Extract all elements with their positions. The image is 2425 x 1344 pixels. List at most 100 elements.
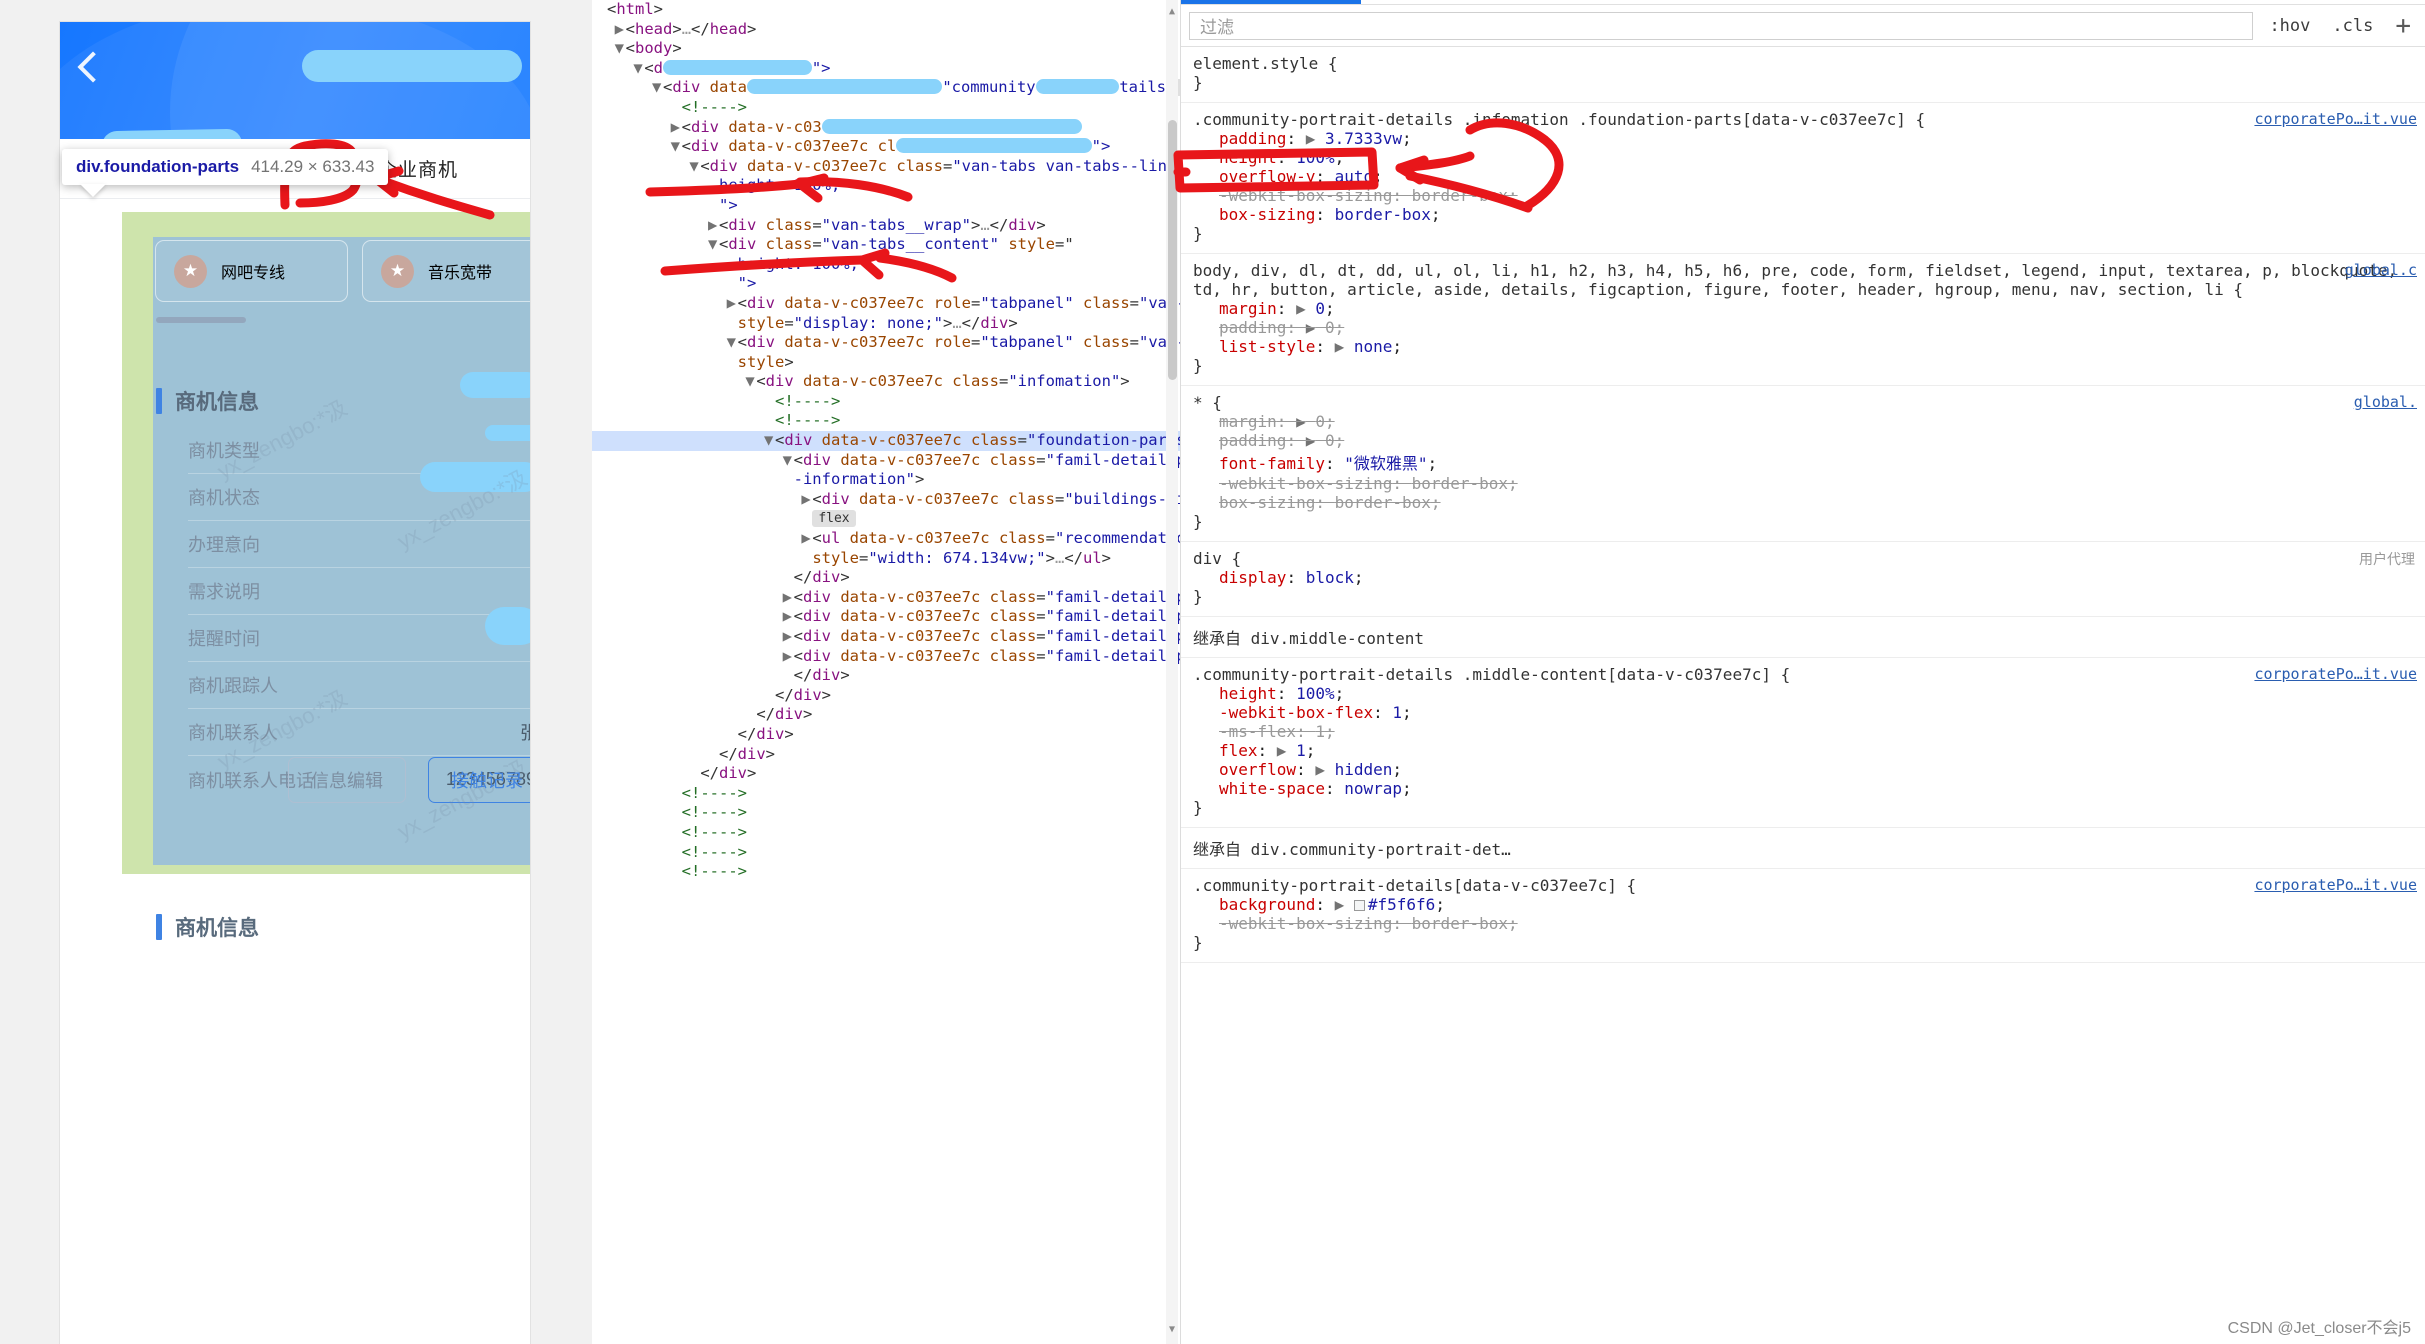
disclosure-triangle-icon[interactable] xyxy=(727,314,738,334)
disclosure-triangle-icon[interactable]: ▼ xyxy=(652,78,663,98)
dom-node[interactable]: height: 100%; xyxy=(592,176,1180,196)
dom-node[interactable]: ▶ <div data-v-c037ee7c class="famil-detai… xyxy=(592,607,1180,627)
product-card[interactable]: ★ 网吧专线 xyxy=(155,240,348,302)
css-declaration[interactable]: box-sizing: border-box; xyxy=(1193,493,2413,512)
dom-node[interactable]: <!----> xyxy=(592,823,1180,843)
field-row[interactable]: 商机跟踪人 xyxy=(188,662,530,709)
disclosure-triangle-icon[interactable] xyxy=(783,666,794,686)
dom-node[interactable]: <html> xyxy=(592,0,1180,20)
css-declaration[interactable]: margin: ▶ 0; xyxy=(1193,412,2413,431)
disclosure-triangle-icon[interactable] xyxy=(708,196,719,216)
css-selector[interactable]: div { xyxy=(1193,549,2413,568)
tab-enterprise-opportunity[interactable]: 企业商机 xyxy=(378,155,458,182)
css-selector[interactable]: element.style { xyxy=(1193,54,2413,73)
dom-node[interactable]: ▼ <div data-v-c037ee7c role="tabpanel" cl… xyxy=(592,333,1180,353)
disclosure-triangle-icon[interactable]: ▶ xyxy=(671,118,682,138)
dom-node[interactable]: "> xyxy=(592,274,1180,294)
css-declaration[interactable]: display: block; xyxy=(1193,568,2413,587)
dom-node[interactable]: ▶ <div data-v-c037ee7c class="buildings-t… xyxy=(592,490,1180,510)
css-declaration[interactable]: margin: ▶ 0; xyxy=(1193,299,2413,318)
dom-node[interactable]: </div> xyxy=(592,745,1180,765)
disclosure-triangle-icon[interactable] xyxy=(801,509,812,529)
disclosure-triangle-icon[interactable] xyxy=(671,862,682,882)
disclosure-triangle-icon[interactable] xyxy=(596,0,607,20)
disclosure-triangle-icon[interactable] xyxy=(727,725,738,745)
dom-node[interactable]: </div> xyxy=(592,725,1180,745)
disclosure-triangle-icon[interactable]: ▼ xyxy=(671,137,682,157)
dom-node[interactable]: ▼ <body> xyxy=(592,39,1180,59)
dom-node[interactable]: </div> xyxy=(592,764,1180,784)
disclosure-triangle-icon[interactable] xyxy=(727,255,738,275)
dom-node[interactable]: -information"> xyxy=(592,470,1180,490)
disclosure-triangle-icon[interactable] xyxy=(708,176,719,196)
dom-node[interactable]: ▼ <div data-v-c037ee7c class="infomation"… xyxy=(592,372,1180,392)
carousel-indicator[interactable] xyxy=(156,317,246,323)
disclosure-triangle-icon[interactable] xyxy=(764,686,775,706)
css-declaration[interactable]: padding: ▶ 3.7333vw; xyxy=(1193,129,2413,148)
css-declaration[interactable]: overflow-y: auto; xyxy=(1193,167,2413,186)
disclosure-triangle-icon[interactable]: ▼ xyxy=(689,157,700,177)
field-row[interactable]: 提醒时间 xyxy=(188,615,530,662)
css-declaration[interactable]: -webkit-box-sizing: border-box; xyxy=(1193,474,2413,493)
contact-record-button[interactable]: 接触记录 xyxy=(428,757,530,803)
field-row[interactable]: 商机联系人 张三 xyxy=(188,709,530,756)
color-swatch[interactable] xyxy=(1353,900,1365,911)
css-selector[interactable]: .community-portrait-details[data-v-c037e… xyxy=(1193,876,2413,895)
dom-node[interactable]: ▶ <div data-v-c037ee7c class="famil-detai… xyxy=(592,627,1180,647)
dom-node[interactable]: ▼ <d "> xyxy=(592,59,1180,79)
dom-node[interactable]: height: 100%; xyxy=(592,255,1180,275)
style-source-link[interactable]: corporatePo…it.vue xyxy=(2254,876,2417,894)
dom-node[interactable]: ▶ <head>…</head> xyxy=(592,20,1180,40)
disclosure-triangle-icon[interactable]: ▶ xyxy=(727,294,738,314)
dom-node[interactable]: ▶ <div data-v-c03 xyxy=(592,118,1180,138)
scroll-up-icon[interactable]: ▲ xyxy=(1167,2,1177,22)
css-selector[interactable]: body, div, dl, dt, dd, ul, ol, li, h1, h… xyxy=(1193,261,2413,299)
css-declaration[interactable]: -ms-flex: 1; xyxy=(1193,722,2413,741)
dom-node[interactable]: style> xyxy=(592,353,1180,373)
dom-node[interactable]: flex xyxy=(592,509,1180,529)
css-declaration[interactable]: font-family: "微软雅黑"; xyxy=(1193,450,2413,474)
edit-info-button[interactable]: 信息编辑 xyxy=(288,757,406,803)
css-selector[interactable]: .community-portrait-details .middle-cont… xyxy=(1193,665,2413,684)
disclosure-triangle-icon[interactable] xyxy=(671,803,682,823)
disclosure-triangle-icon[interactable] xyxy=(764,411,775,431)
dom-node[interactable]: style="display: none;">…</div> xyxy=(592,314,1180,334)
dom-node-selected[interactable]: ▼ <div data-v-c037ee7c class="foundation-… xyxy=(592,431,1180,451)
css-declaration[interactable]: padding: ▶ 0; xyxy=(1193,318,2413,337)
css-declaration[interactable]: -webkit-box-sizing: border-box; xyxy=(1193,186,2413,205)
styles-filter-input[interactable]: 过滤 xyxy=(1189,11,2254,40)
dom-node[interactable]: <!----> xyxy=(592,843,1180,863)
disclosure-triangle-icon[interactable] xyxy=(727,353,738,373)
dom-node[interactable]: ▼ <div data-v-c037ee7c class="famil-detai… xyxy=(592,451,1180,471)
disclosure-triangle-icon[interactable] xyxy=(689,764,700,784)
dom-node[interactable]: ▶ <div data-v-c037ee7c class="famil-detai… xyxy=(592,647,1180,667)
dom-node[interactable]: </div> xyxy=(592,666,1180,686)
dom-node[interactable]: style="width: 674.134vw;">…</ul> xyxy=(592,549,1180,569)
dom-node[interactable]: </div> xyxy=(592,705,1180,725)
dom-node[interactable]: </div> xyxy=(592,568,1180,588)
dom-node[interactable]: ▼<div data"communitytails>flex xyxy=(592,78,1180,98)
dom-node[interactable]: "> xyxy=(592,196,1180,216)
dom-node[interactable]: <!----> xyxy=(592,392,1180,412)
css-declaration[interactable]: -webkit-box-sizing: border-box; xyxy=(1193,914,2413,933)
field-row[interactable]: 需求说明 xyxy=(188,568,530,615)
style-source-link[interactable]: global.c xyxy=(2345,261,2417,279)
disclosure-triangle-icon[interactable]: ▼ xyxy=(764,431,775,451)
css-declaration[interactable]: white-space: nowrap; xyxy=(1193,779,2413,798)
disclosure-triangle-icon[interactable] xyxy=(671,823,682,843)
css-declaration[interactable]: -webkit-box-flex: 1; xyxy=(1193,703,2413,722)
css-selector[interactable]: .community-portrait-details .infomation … xyxy=(1193,110,2413,129)
disclosure-triangle-icon[interactable]: ▶ xyxy=(708,216,719,236)
dom-tree-panel[interactable]: <html> ▶ <head>…</head> ▼ <body> ▼ <d "> ▼ <d… xyxy=(592,0,1180,1344)
disclosure-triangle-icon[interactable]: ▶ xyxy=(783,588,794,608)
dom-node[interactable]: </div> xyxy=(592,686,1180,706)
disclosure-triangle-icon[interactable]: ▶ xyxy=(801,529,812,549)
disclosure-triangle-icon[interactable]: ▼ xyxy=(615,39,626,59)
disclosure-triangle-icon[interactable] xyxy=(783,470,794,490)
dom-node[interactable]: ▶ <div data-v-c037ee7c class="famil-detai… xyxy=(592,588,1180,608)
disclosure-triangle-icon[interactable] xyxy=(764,392,775,412)
disclosure-triangle-icon[interactable]: ▼ xyxy=(633,59,644,79)
dom-node[interactable]: <!----> xyxy=(592,411,1180,431)
dom-scrollbar-thumb[interactable] xyxy=(1168,120,1177,380)
layout-badge[interactable]: flex xyxy=(812,510,856,528)
